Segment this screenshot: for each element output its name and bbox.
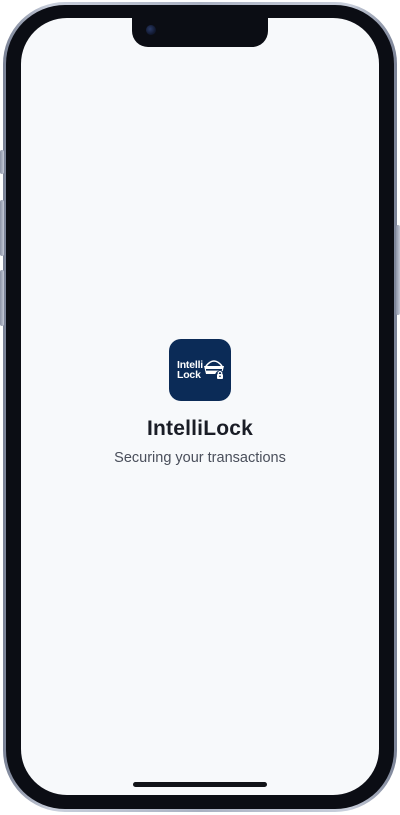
phone-screen: Intelli Lock IntelliLock Securing your t… [21,18,379,795]
volume-up-button [0,200,4,256]
home-indicator[interactable] [133,782,267,787]
splash-content: Intelli Lock IntelliLock Securing your t… [21,339,379,466]
notch [132,18,268,47]
logo-text-line2: Lock [177,369,201,381]
basket-lock-icon [204,360,225,381]
app-tagline: Securing your transactions [114,450,286,466]
app-logo: Intelli Lock [169,339,231,401]
silent-switch [0,150,4,174]
front-camera [146,25,156,35]
phone-bezel: Intelli Lock IntelliLock Securing your t… [6,5,394,809]
volume-down-button [0,270,4,326]
phone-frame: Intelli Lock IntelliLock Securing your t… [3,2,397,812]
app-title: IntelliLock [146,417,254,440]
power-button [396,225,400,315]
